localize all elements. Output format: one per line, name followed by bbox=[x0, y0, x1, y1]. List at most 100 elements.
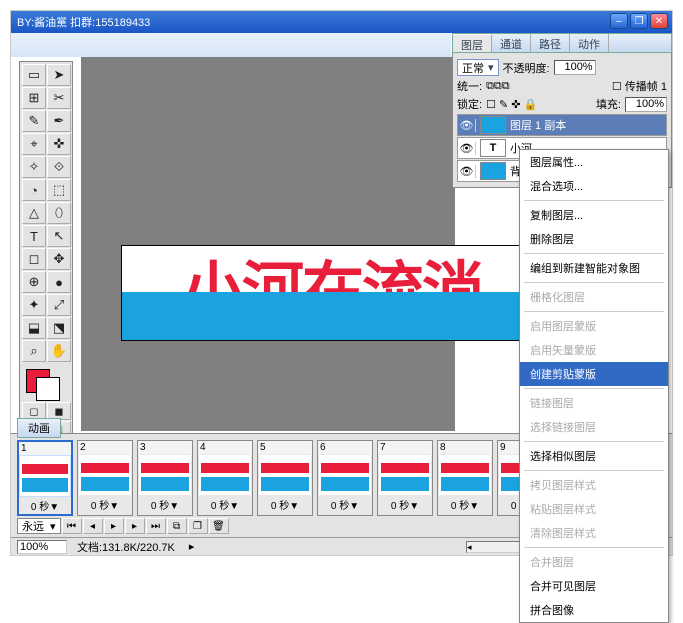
menu-item[interactable]: 混合选项... bbox=[520, 174, 668, 198]
tool-2[interactable]: ⊞ bbox=[22, 87, 46, 109]
menu-item[interactable]: 删除图层 bbox=[520, 227, 668, 251]
frame-thumbnail bbox=[139, 455, 191, 495]
tab-paths[interactable]: 路径 bbox=[531, 34, 570, 52]
opacity-label: 不透明度: bbox=[503, 60, 550, 76]
menu-item: 合并图层 bbox=[520, 550, 668, 574]
frame-number: 4 bbox=[198, 441, 252, 454]
layer-thumbnail[interactable]: T bbox=[480, 139, 506, 157]
animation-frame[interactable]: 80 秒▼ bbox=[437, 440, 493, 516]
tool-6[interactable]: ⌖ bbox=[22, 133, 46, 155]
tool-23[interactable]: ⬔ bbox=[47, 317, 71, 339]
zoom-input[interactable]: 100% bbox=[17, 540, 67, 554]
tool-15[interactable]: ↖ bbox=[47, 225, 71, 247]
tool-22[interactable]: ⬓ bbox=[22, 317, 46, 339]
tool-3[interactable]: ✂ bbox=[47, 87, 71, 109]
tool-7[interactable]: ✜ bbox=[47, 133, 71, 155]
first-frame-button[interactable]: ⏮ bbox=[62, 518, 82, 534]
tool-18[interactable]: ⊕ bbox=[22, 271, 46, 293]
frame-delay[interactable]: 0 秒▼ bbox=[378, 496, 432, 513]
delete-frame-button[interactable]: 🗑 bbox=[209, 518, 229, 534]
fill-input[interactable]: 100% bbox=[625, 97, 667, 112]
animation-frame[interactable]: 6 0 秒▼ bbox=[317, 440, 373, 516]
layer-thumbnail[interactable] bbox=[480, 116, 506, 134]
opacity-input[interactable]: 100% bbox=[554, 60, 596, 75]
tab-channels[interactable]: 通道 bbox=[492, 34, 531, 52]
tool-10[interactable]: ◔ bbox=[22, 179, 46, 201]
menu-item[interactable]: 合并可见图层 bbox=[520, 574, 668, 598]
tool-4[interactable]: ✎ bbox=[22, 110, 46, 132]
tool-24[interactable]: ⌕ bbox=[22, 340, 46, 362]
blend-mode-select[interactable]: 正常 bbox=[457, 59, 499, 76]
frame-number: 1 bbox=[19, 442, 71, 455]
animation-frame[interactable]: 7 0 秒▼ bbox=[377, 440, 433, 516]
document-canvas[interactable]: 小河在流淌 bbox=[121, 245, 543, 341]
propagate-checkbox[interactable]: ☐ 传播帧 1 bbox=[612, 78, 667, 94]
lock-icons[interactable]: ☐ ✎ ✜ 🔒 bbox=[486, 98, 537, 111]
title-bar: BY:酱油黨 扣群:155189433 – ❐ ✕ bbox=[11, 11, 672, 33]
tool-8[interactable]: ✧ bbox=[22, 156, 46, 178]
visibility-icon[interactable]: 👁 bbox=[458, 165, 476, 178]
close-button[interactable]: ✕ bbox=[650, 13, 668, 29]
frame-delay[interactable]: 0 秒▼ bbox=[19, 497, 71, 514]
tool-14[interactable]: T bbox=[22, 225, 46, 247]
tool-9[interactable]: ⟐ bbox=[47, 156, 71, 178]
last-frame-button[interactable]: ⏭ bbox=[146, 518, 166, 534]
tool-12[interactable]: △ bbox=[22, 202, 46, 224]
visibility-icon[interactable]: 👁 bbox=[458, 142, 476, 155]
animation-tab[interactable]: 动画 bbox=[17, 418, 61, 438]
frame-thumbnail bbox=[79, 455, 131, 495]
frame-delay[interactable]: 0 秒▼ bbox=[318, 496, 372, 513]
frame-number: 2 bbox=[78, 441, 132, 454]
menu-item[interactable]: 拼合图像 bbox=[520, 598, 668, 622]
tool-19[interactable]: ● bbox=[47, 271, 71, 293]
frame-delay[interactable]: 0 秒▼ bbox=[438, 496, 492, 513]
tab-actions[interactable]: 动作 bbox=[570, 34, 609, 52]
menu-item[interactable]: 复制图层... bbox=[520, 203, 668, 227]
animation-frame[interactable]: 2 0 秒▼ bbox=[77, 440, 133, 516]
tween-button[interactable]: ⧉ bbox=[167, 518, 187, 534]
animation-frame[interactable]: 30 秒▼ bbox=[137, 440, 193, 516]
minimize-button[interactable]: – bbox=[610, 13, 628, 29]
tool-17[interactable]: ✥ bbox=[47, 248, 71, 270]
menu-item[interactable]: 图层属性... bbox=[520, 150, 668, 174]
prev-frame-button[interactable]: ◂ bbox=[83, 518, 103, 534]
layer-thumbnail[interactable] bbox=[480, 162, 506, 180]
menu-item[interactable]: 编组到新建智能对象图 bbox=[520, 256, 668, 280]
tool-20[interactable]: ✦ bbox=[22, 294, 46, 316]
tool-16[interactable]: ◻ bbox=[22, 248, 46, 270]
tool-1[interactable]: ➤ bbox=[47, 64, 71, 86]
tool-25[interactable]: ✋ bbox=[47, 340, 71, 362]
layer-row[interactable]: 👁 图层 1 副本 bbox=[457, 114, 667, 136]
frame-delay[interactable]: 0 秒▼ bbox=[198, 496, 252, 513]
maximize-button[interactable]: ❐ bbox=[630, 13, 648, 29]
animation-frame[interactable]: 4 0 秒▼ bbox=[197, 440, 253, 516]
frame-number: 6 bbox=[318, 441, 372, 454]
layer-name: 图层 1 副本 bbox=[510, 117, 566, 133]
menu-item[interactable]: 创建剪贴蒙版 bbox=[520, 362, 668, 386]
frame-number: 7 bbox=[378, 441, 432, 454]
loop-select[interactable]: 永远 bbox=[17, 518, 61, 534]
next-frame-button[interactable]: ▸ bbox=[125, 518, 145, 534]
doc-size-label: 文档:131.8K/220.7K bbox=[77, 539, 175, 555]
tool-0[interactable]: ▭ bbox=[22, 64, 46, 86]
menu-item[interactable]: 选择相似图层 bbox=[520, 444, 668, 468]
visibility-icon[interactable]: 👁 bbox=[458, 119, 476, 132]
menu-item: 启用矢量蒙版 bbox=[520, 338, 668, 362]
frame-delay[interactable]: 0 秒▼ bbox=[138, 496, 192, 513]
tool-11[interactable]: ⬚ bbox=[47, 179, 71, 201]
frame-delay[interactable]: 0 秒▼ bbox=[258, 496, 312, 513]
tool-13[interactable]: ⬯ bbox=[47, 202, 71, 224]
doc-info-arrow-icon[interactable]: ▸ bbox=[189, 540, 195, 553]
menu-item: 启用图层蒙版 bbox=[520, 314, 668, 338]
animation-frame[interactable]: 50 秒▼ bbox=[257, 440, 313, 516]
frame-delay[interactable]: 0 秒▼ bbox=[78, 496, 132, 513]
animation-frame[interactable]: 1 0 秒▼ bbox=[17, 440, 73, 516]
play-button[interactable]: ▸ bbox=[104, 518, 124, 534]
new-frame-button[interactable]: ❐ bbox=[188, 518, 208, 534]
tool-5[interactable]: ✒ bbox=[47, 110, 71, 132]
unify-label: 统一: bbox=[457, 78, 482, 94]
unify-icon[interactable]: ⧉⧉⧉ bbox=[486, 80, 510, 93]
tab-layers[interactable]: 图层 bbox=[453, 34, 492, 52]
color-swatch[interactable] bbox=[22, 365, 71, 401]
tool-21[interactable]: ⤢ bbox=[47, 294, 71, 316]
